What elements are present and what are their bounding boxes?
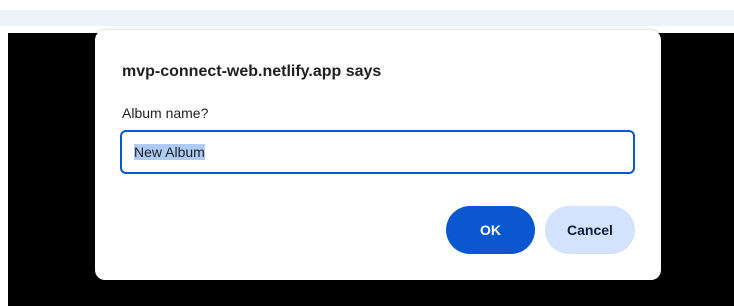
dialog-message: Album name? — [122, 105, 209, 121]
page-header-strip — [0, 10, 734, 26]
album-name-input[interactable] — [120, 130, 635, 174]
ok-button[interactable]: OK — [446, 206, 535, 254]
dialog-title: mvp-connect-web.netlify.app says — [122, 63, 382, 80]
prompt-dialog: mvp-connect-web.netlify.app says Album n… — [95, 30, 661, 280]
cancel-button[interactable]: Cancel — [545, 206, 635, 254]
